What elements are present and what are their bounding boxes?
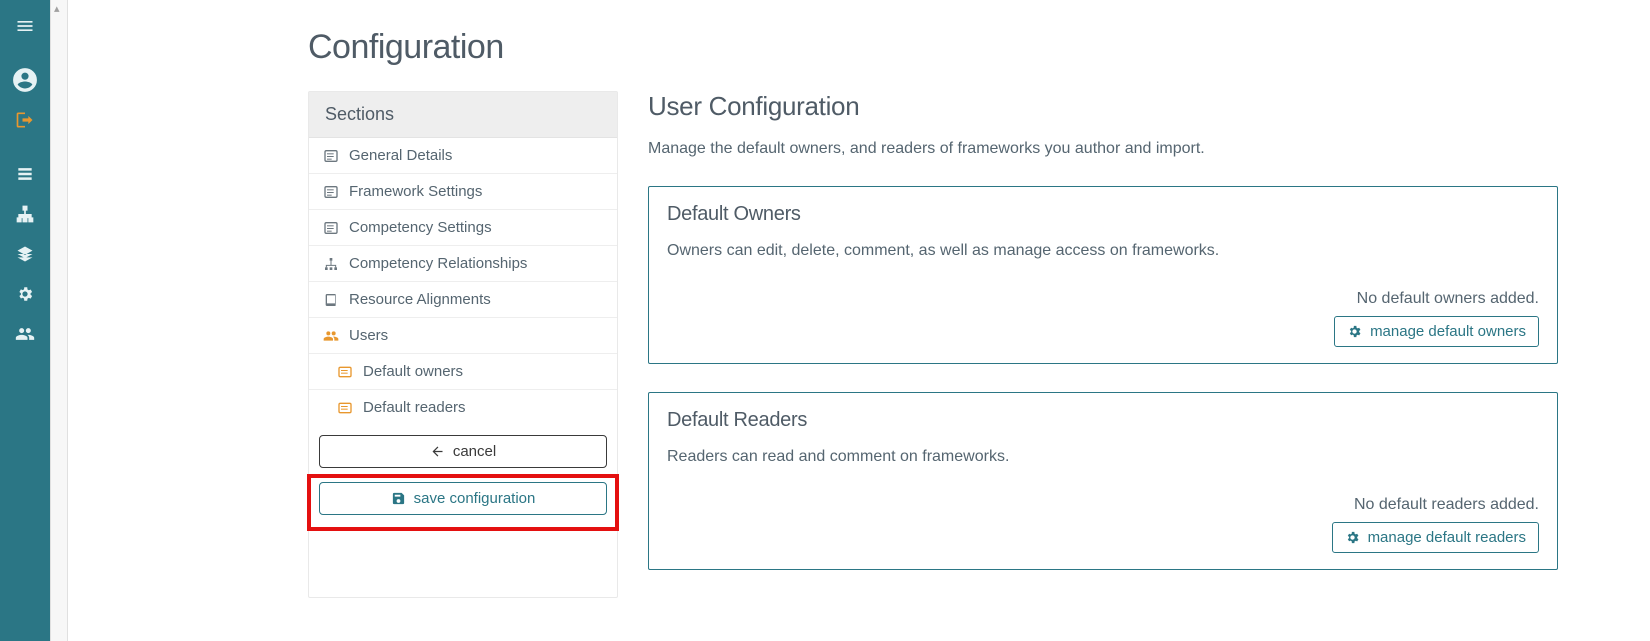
section-resource-alignments[interactable]: Resource Alignments <box>309 282 617 318</box>
list-alt-icon <box>323 148 339 164</box>
owners-description: Owners can edit, delete, comment, as wel… <box>667 242 1539 260</box>
left-sidebar <box>0 0 50 641</box>
section-competency-settings[interactable]: Competency Settings <box>309 210 617 246</box>
section-general-details[interactable]: General Details <box>309 138 617 174</box>
sections-header: Sections <box>309 92 617 138</box>
readers-title: Default Readers <box>667 409 1539 432</box>
list-alt-icon <box>323 220 339 236</box>
section-default-readers[interactable]: Default readers <box>309 390 617 425</box>
nav-users-button[interactable] <box>0 314 50 354</box>
section-competency-relationships[interactable]: Competency Relationships <box>309 246 617 282</box>
users-icon <box>15 324 35 344</box>
list-icon <box>15 164 35 184</box>
list-icon <box>337 400 353 416</box>
page-title: Configuration <box>308 28 1640 67</box>
scroll-up-icon: ▴ <box>54 2 60 15</box>
save-label: save configuration <box>414 490 536 507</box>
manage-owners-label: manage default owners <box>1370 323 1526 340</box>
users-icon <box>323 328 339 344</box>
section-label: Framework Settings <box>349 183 482 200</box>
owners-empty-message: No default owners added. <box>667 290 1539 308</box>
arrow-left-icon <box>430 444 445 459</box>
section-default-owners[interactable]: Default owners <box>309 354 617 390</box>
readers-description: Readers can read and comment on framewor… <box>667 448 1539 466</box>
list-icon <box>337 364 353 380</box>
scroll-gutter[interactable]: ▴ <box>50 0 68 641</box>
manage-default-readers-button[interactable]: manage default readers <box>1332 522 1539 553</box>
section-label: Default readers <box>363 399 466 416</box>
logout-button[interactable] <box>0 100 50 140</box>
nav-settings-button[interactable] <box>0 274 50 314</box>
nav-layers-button[interactable] <box>0 234 50 274</box>
book-icon <box>323 292 339 308</box>
user-configuration-pane: User Configuration Manage the default ow… <box>648 91 1558 598</box>
nav-list-icon-button[interactable] <box>0 154 50 194</box>
manage-default-owners-button[interactable]: manage default owners <box>1334 316 1539 347</box>
menu-toggle[interactable] <box>0 6 50 46</box>
user-config-title: User Configuration <box>648 91 1558 122</box>
save-icon <box>391 491 406 506</box>
section-label: Default owners <box>363 363 463 380</box>
manage-readers-label: manage default readers <box>1368 529 1526 546</box>
user-config-description: Manage the default owners, and readers o… <box>648 140 1558 158</box>
save-configuration-button[interactable]: save configuration <box>319 482 607 515</box>
sitemap-icon <box>15 204 35 224</box>
save-highlight: save configuration <box>309 476 617 529</box>
section-label: Competency Settings <box>349 219 492 236</box>
default-readers-card: Default Readers Readers can read and com… <box>648 392 1558 570</box>
profile-icon-button[interactable] <box>0 60 50 100</box>
user-circle-icon <box>12 67 38 93</box>
section-users[interactable]: Users <box>309 318 617 354</box>
default-owners-card: Default Owners Owners can edit, delete, … <box>648 186 1558 364</box>
gear-icon <box>1347 324 1362 339</box>
cancel-label: cancel <box>453 443 496 460</box>
cancel-button[interactable]: cancel <box>319 435 607 468</box>
nav-sitemap-button[interactable] <box>0 194 50 234</box>
section-label: General Details <box>349 147 452 164</box>
gear-icon <box>1345 530 1360 545</box>
section-label: Users <box>349 327 388 344</box>
gear-icon <box>16 285 34 303</box>
owners-title: Default Owners <box>667 203 1539 226</box>
hamburger-icon <box>15 16 35 36</box>
section-label: Resource Alignments <box>349 291 491 308</box>
main-content: Configuration Sections General Details F… <box>68 0 1650 641</box>
section-framework-settings[interactable]: Framework Settings <box>309 174 617 210</box>
readers-empty-message: No default readers added. <box>667 496 1539 514</box>
section-label: Competency Relationships <box>349 255 527 272</box>
sitemap-icon <box>323 256 339 272</box>
sign-out-icon <box>15 110 35 130</box>
sections-panel: Sections General Details Framework Setti… <box>308 91 618 598</box>
list-alt-icon <box>323 184 339 200</box>
layers-icon <box>15 244 35 264</box>
